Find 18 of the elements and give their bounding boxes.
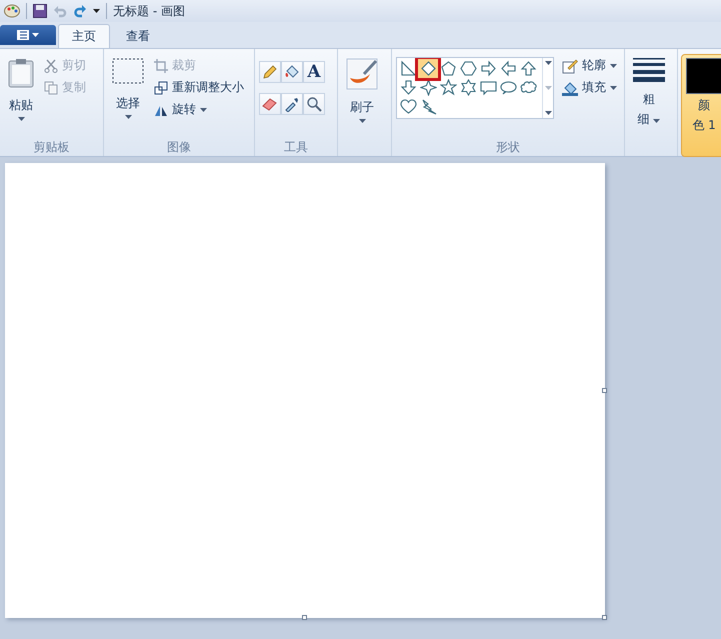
paste-button[interactable]: 粘贴 bbox=[4, 55, 38, 138]
group-label: 形状 bbox=[496, 139, 520, 156]
ribbon-tab[interactable]: 查看 bbox=[112, 24, 164, 48]
group-label: 图像 bbox=[167, 139, 191, 156]
rotate-button[interactable]: 旋转 bbox=[152, 99, 246, 120]
fill-button[interactable]: 填充 bbox=[560, 77, 619, 98]
ribbon-tab[interactable]: 主页 bbox=[58, 24, 110, 48]
outline-button[interactable]: 轮廓 bbox=[560, 55, 619, 76]
size-button[interactable]: 粗 细 bbox=[629, 55, 669, 156]
text-tool[interactable]: A bbox=[303, 61, 325, 83]
text-tool-glyph: A bbox=[307, 62, 321, 82]
brushes-button[interactable]: 刷子 bbox=[342, 55, 382, 156]
group-label: 工具 bbox=[284, 139, 308, 156]
select-button[interactable]: 选择 bbox=[108, 55, 148, 138]
color-1-button[interactable]: 颜 色 1 bbox=[682, 55, 721, 156]
group-label: 剪贴板 bbox=[34, 139, 70, 156]
window-title: 无标题 - 画图 bbox=[113, 2, 185, 20]
resize-button[interactable]: 重新调整大小 bbox=[152, 77, 246, 98]
